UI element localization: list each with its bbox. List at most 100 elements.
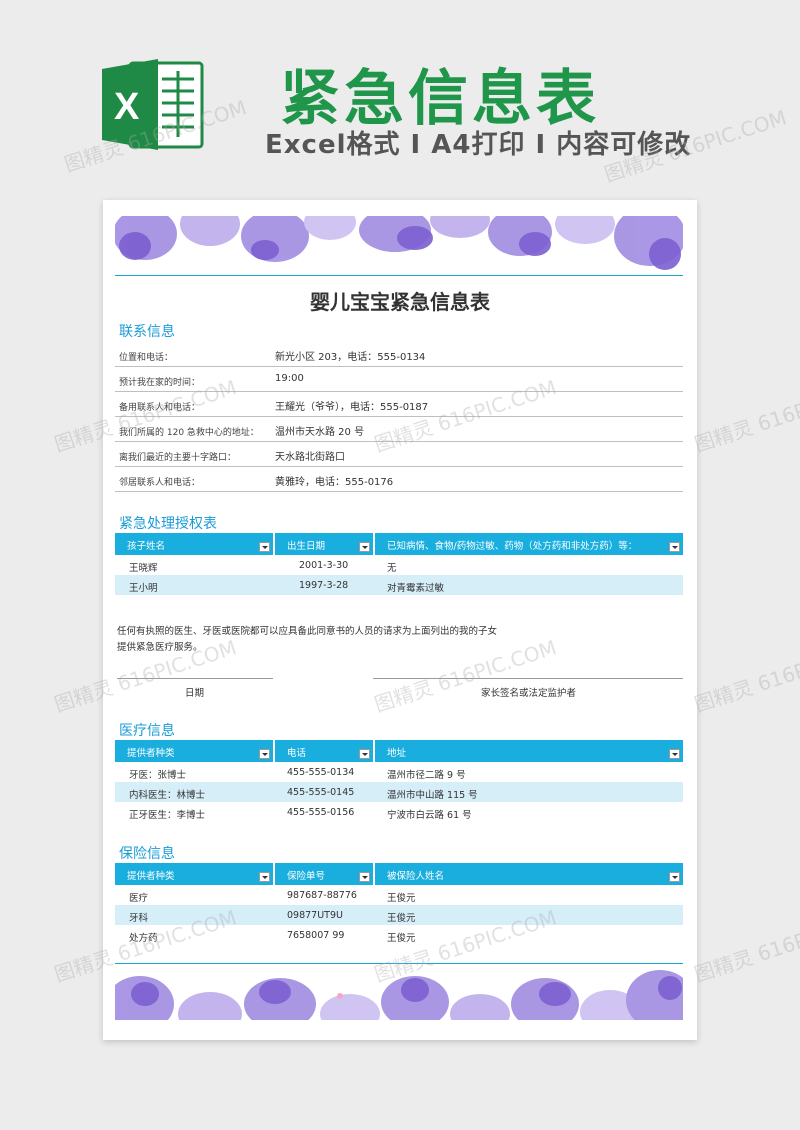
table-cell: 2001-3-30 bbox=[299, 560, 349, 571]
table-cell: 王晓辉 bbox=[129, 563, 158, 574]
table-row[interactable]: 处方药 7658007 99 王俊元 bbox=[115, 925, 683, 945]
column-header[interactable]: 提供者种类 bbox=[115, 863, 275, 885]
banner-header: X 紧急信息表 Excel格式 I A4打印 I 内容可修改 bbox=[0, 0, 800, 190]
table-cell: 牙科 bbox=[129, 913, 149, 924]
column-header-label: 提供者种类 bbox=[127, 748, 175, 759]
table-row[interactable]: 牙科 09877UT9U 王俊元 bbox=[115, 905, 683, 925]
flower-border-bottom-image bbox=[115, 964, 683, 1020]
table-cell: 455-555-0156 bbox=[287, 807, 355, 818]
filter-dropdown-icon[interactable] bbox=[359, 872, 370, 882]
filter-dropdown-icon[interactable] bbox=[359, 542, 370, 552]
table-cell: 温州市径二路 9 号 bbox=[387, 770, 466, 781]
column-header[interactable]: 保险单号 bbox=[275, 863, 375, 885]
contact-section-title: 联系信息 bbox=[119, 324, 175, 340]
filter-dropdown-icon[interactable] bbox=[359, 749, 370, 759]
column-header[interactable]: 已知病情、食物/药物过敏、药物（处方药和非处方药）等： bbox=[375, 533, 683, 555]
authorization-section-title: 紧急处理授权表 bbox=[119, 516, 217, 532]
filter-dropdown-icon[interactable] bbox=[259, 542, 270, 552]
guardian-signature-label: 家长签名或法定监护者 bbox=[481, 688, 577, 699]
table-row[interactable]: 王小明 1997-3-28 对青霉素过敏 bbox=[115, 575, 683, 595]
column-header[interactable]: 地址 bbox=[375, 740, 683, 762]
table-cell: 王俊元 bbox=[387, 893, 416, 904]
table-row[interactable]: 内科医生：林博士 455-555-0145 温州市中山路 115 号 bbox=[115, 782, 683, 802]
column-header-label: 电话 bbox=[287, 748, 307, 759]
watermark-text: 图精灵 616PIC.COM bbox=[691, 635, 800, 717]
excel-logo-icon: X bbox=[102, 59, 204, 150]
watermark-text: 图精灵 616PIC.COM bbox=[691, 905, 800, 987]
contact-label: 备用联系人和电话： bbox=[119, 403, 201, 413]
table-cell: 7658007 99 bbox=[287, 930, 345, 941]
table-cell: 温州市中山路 115 号 bbox=[387, 790, 478, 801]
column-header-label: 孩子姓名 bbox=[127, 541, 166, 552]
medical-table: 提供者种类 电话 地址 牙医：张博士 455-555-0134 温州市径二路 9… bbox=[115, 740, 683, 822]
table-row[interactable]: 正牙医生：李博士 455-555-0156 宁波市白云路 61 号 bbox=[115, 802, 683, 822]
contact-value[interactable]: 黄雅玲，电话：555-0176 bbox=[275, 473, 393, 488]
contact-row: 位置和电话： 新光小区 203，电话：555-0134 bbox=[115, 342, 683, 367]
contact-row: 邻居联系人和电话： 黄雅玲，电话：555-0176 bbox=[115, 467, 683, 492]
column-header[interactable]: 被保险人姓名 bbox=[375, 863, 683, 885]
filter-dropdown-icon[interactable] bbox=[259, 749, 270, 759]
table-row[interactable]: 王晓辉 2001-3-30 无 bbox=[115, 555, 683, 575]
contact-label: 我们所属的 120 急救中心的地址： bbox=[119, 428, 259, 438]
contact-row: 我们所属的 120 急救中心的地址： 温州市天水路 20 号 bbox=[115, 417, 683, 442]
filter-dropdown-icon[interactable] bbox=[669, 749, 680, 759]
logo-letter: X bbox=[114, 86, 140, 128]
table-cell: 宁波市白云路 61 号 bbox=[387, 810, 472, 821]
contact-label: 预计我在家的时间： bbox=[119, 378, 201, 388]
table-header-row: 提供者种类 保险单号 被保险人姓名 bbox=[115, 863, 683, 885]
consent-line: 提供紧急医疗服务。 bbox=[117, 642, 203, 653]
column-header-label: 提供者种类 bbox=[127, 871, 175, 882]
date-signature-line[interactable] bbox=[117, 678, 273, 679]
table-cell: 处方药 bbox=[129, 933, 158, 944]
table-cell: 正牙医生：李博士 bbox=[129, 810, 206, 821]
header-divider bbox=[115, 275, 683, 276]
contact-row: 备用联系人和电话： 王耀光（爷爷），电话：555-0187 bbox=[115, 392, 683, 417]
insurance-table: 提供者种类 保险单号 被保险人姓名 医疗 987687-88776 王俊元 牙科… bbox=[115, 863, 683, 945]
column-header[interactable]: 电话 bbox=[275, 740, 375, 762]
consent-line: 任何有执照的医生、牙医或医院都可以应具备此同意书的人员的请求为上面列出的我的子女 bbox=[117, 626, 498, 637]
table-cell: 987687-88776 bbox=[287, 890, 357, 901]
table-row[interactable]: 牙医：张博士 455-555-0134 温州市径二路 9 号 bbox=[115, 762, 683, 782]
contact-value[interactable]: 温州市天水路 20 号 bbox=[275, 423, 364, 438]
column-header[interactable]: 提供者种类 bbox=[115, 740, 275, 762]
flower-border-top-image bbox=[115, 216, 683, 274]
contact-value[interactable]: 王耀光（爷爷），电话：555-0187 bbox=[275, 398, 428, 413]
table-cell: 455-555-0145 bbox=[287, 787, 355, 798]
table-cell: 牙医：张博士 bbox=[129, 770, 187, 781]
column-header-label: 保险单号 bbox=[287, 871, 326, 882]
contact-label: 位置和电话： bbox=[119, 353, 174, 363]
table-cell: 内科医生：林博士 bbox=[129, 790, 206, 801]
table-cell: 无 bbox=[387, 563, 397, 574]
table-header-row: 孩子姓名 出生日期 已知病情、食物/药物过敏、药物（处方药和非处方药）等： bbox=[115, 533, 683, 555]
column-header[interactable]: 出生日期 bbox=[275, 533, 375, 555]
filter-dropdown-icon[interactable] bbox=[669, 872, 680, 882]
table-cell: 医疗 bbox=[129, 893, 149, 904]
table-cell: 455-555-0134 bbox=[287, 767, 355, 778]
column-header-label: 已知病情、食物/药物过敏、药物（处方药和非处方药）等： bbox=[387, 541, 638, 552]
medical-section-title: 医疗信息 bbox=[119, 723, 175, 739]
consent-paragraph: 任何有执照的医生、牙医或医院都可以应具备此同意书的人员的请求为上面列出的我的子女… bbox=[117, 624, 537, 656]
document-sheet: 婴儿宝宝紧急信息表 联系信息 位置和电话： 新光小区 203，电话：555-01… bbox=[103, 200, 697, 1040]
filter-dropdown-icon[interactable] bbox=[669, 542, 680, 552]
table-cell: 王小明 bbox=[129, 583, 158, 594]
table-row[interactable]: 医疗 987687-88776 王俊元 bbox=[115, 885, 683, 905]
column-header-label: 地址 bbox=[387, 748, 407, 759]
filter-dropdown-icon[interactable] bbox=[259, 872, 270, 882]
contact-row: 预计我在家的时间： 19:00 bbox=[115, 367, 683, 392]
table-cell: 对青霉素过敏 bbox=[387, 583, 445, 594]
contact-value[interactable]: 天水路北街路口 bbox=[275, 448, 345, 463]
table-cell: 王俊元 bbox=[387, 933, 416, 944]
table-cell: 1997-3-28 bbox=[299, 580, 349, 591]
contact-value[interactable]: 新光小区 203，电话：555-0134 bbox=[275, 348, 425, 363]
authorization-table: 孩子姓名 出生日期 已知病情、食物/药物过敏、药物（处方药和非处方药）等： 王晓… bbox=[115, 533, 683, 595]
document-title: 婴儿宝宝紧急信息表 bbox=[310, 290, 490, 314]
watermark-text: 图精灵 616PIC.COM bbox=[691, 375, 800, 457]
contact-value[interactable]: 19:00 bbox=[275, 373, 304, 384]
column-header[interactable]: 孩子姓名 bbox=[115, 533, 275, 555]
contact-label: 邻居联系人和电话： bbox=[119, 478, 201, 488]
contact-row: 离我们最近的主要十字路口： 天水路北街路口 bbox=[115, 442, 683, 467]
guardian-signature-line[interactable] bbox=[373, 678, 683, 679]
column-header-label: 被保险人姓名 bbox=[387, 871, 445, 882]
table-cell: 09877UT9U bbox=[287, 910, 343, 921]
insurance-section-title: 保险信息 bbox=[119, 846, 175, 862]
